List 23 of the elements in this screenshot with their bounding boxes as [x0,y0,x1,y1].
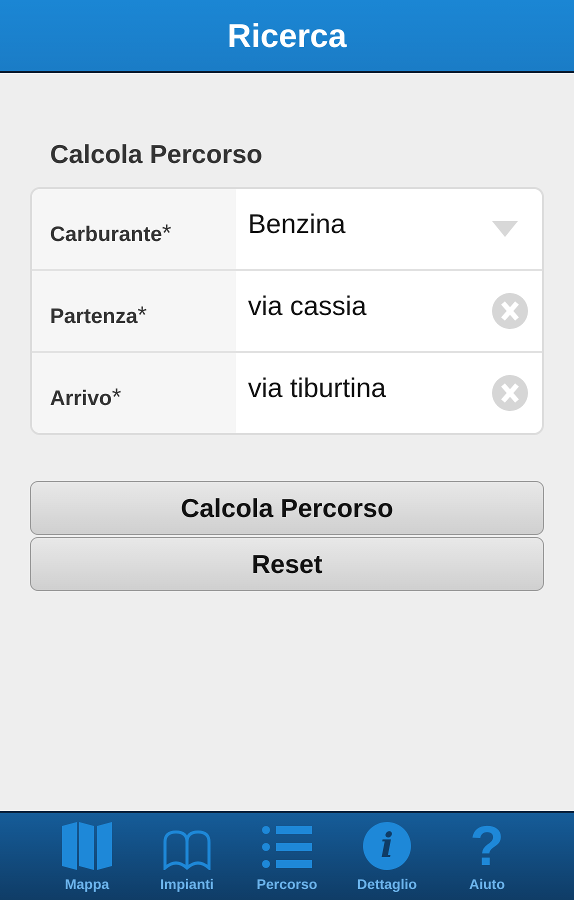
tab[interactable]: Impianti [151,813,223,900]
list-icon [262,826,312,870]
tab[interactable]: Percorso [251,813,323,900]
caret-icon [492,221,518,237]
tab[interactable]: Mappa [51,813,123,900]
map-icon [62,822,112,870]
field-label: Partenza* [50,302,147,330]
info-icon: i [363,822,411,870]
input-field[interactable]: via cassia [236,271,542,351]
calculate-button[interactable]: Calcola Percorso [30,481,544,535]
reset-button[interactable]: Reset [30,537,544,591]
fuel-dropdown[interactable]: Benzina [236,189,542,269]
screen-title: Ricerca [227,16,347,54]
field-label: Carburante* [50,220,172,248]
field-label: Arrivo* [50,384,122,412]
help-icon: ? [470,822,504,870]
clear-icon[interactable] [492,293,528,329]
tab[interactable]: ? Aiuto [451,813,523,900]
clear-icon[interactable] [492,375,528,411]
input-field[interactable]: via tiburtina [236,353,542,433]
book-icon [162,830,212,870]
section-title: Calcola Percorso [50,139,264,169]
tab[interactable]: i Dettaglio [351,813,423,900]
